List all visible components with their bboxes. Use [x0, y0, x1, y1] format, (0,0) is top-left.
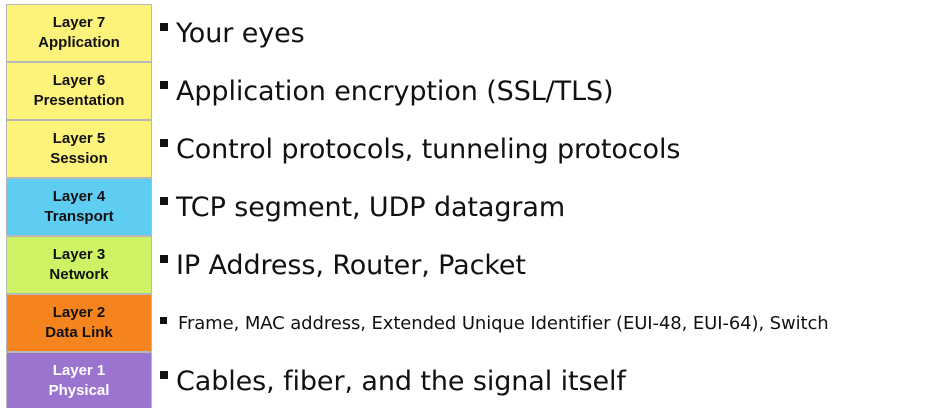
square-bullet-icon — [160, 316, 167, 324]
square-bullet-icon — [160, 255, 168, 263]
layer-1-box: Layer 1 Physical — [6, 352, 152, 408]
layer-3-name: Network — [49, 266, 109, 283]
layer-7-number: Layer 7 — [52, 14, 106, 31]
layer-4-number: Layer 4 — [52, 188, 106, 205]
layer-3-box: Layer 3 Network — [6, 236, 152, 294]
layer-5-box: Layer 5 Session — [6, 120, 152, 178]
layer-row-1: Layer 1 Physical Cables, fiber, and the … — [0, 352, 942, 408]
layer-row-5: Layer 5 Session Control protocols, tunne… — [0, 120, 942, 178]
layer-1-description-text: Cables, fiber, and the signal itself — [176, 365, 626, 397]
layer-2-description-text: Frame, MAC address, Extended Unique Iden… — [178, 312, 829, 334]
layer-row-2: Layer 2 Data Link Frame, MAC address, Ex… — [0, 294, 942, 352]
layer-6-number: Layer 6 — [52, 72, 106, 89]
layer-3-number: Layer 3 — [52, 246, 106, 263]
layer-3-description: IP Address, Router, Packet — [160, 236, 526, 294]
layer-5-description-text: Control protocols, tunneling protocols — [176, 133, 681, 165]
layer-7-box: Layer 7 Application — [6, 4, 152, 62]
layer-1-description: Cables, fiber, and the signal itself — [160, 352, 626, 408]
layer-6-description: Application encryption (SSL/TLS) — [160, 62, 614, 120]
layer-row-6: Layer 6 Presentation Application encrypt… — [0, 62, 942, 120]
layer-row-4: Layer 4 Transport TCP segment, UDP datag… — [0, 178, 942, 236]
layer-row-7: Layer 7 Application Your eyes — [0, 4, 942, 62]
layer-4-name: Transport — [44, 208, 114, 225]
layer-6-description-text: Application encryption (SSL/TLS) — [176, 75, 614, 107]
square-bullet-icon — [160, 81, 168, 89]
layer-6-box: Layer 6 Presentation — [6, 62, 152, 120]
layer-2-name: Data Link — [45, 324, 113, 341]
layer-1-number: Layer 1 — [52, 362, 106, 379]
layer-2-description: Frame, MAC address, Extended Unique Iden… — [160, 294, 829, 352]
layer-2-number: Layer 2 — [52, 304, 106, 321]
layer-5-number: Layer 5 — [52, 130, 106, 147]
layer-7-description: Your eyes — [160, 4, 305, 62]
square-bullet-icon — [160, 23, 168, 31]
layer-7-name: Application — [38, 34, 120, 51]
layer-5-description: Control protocols, tunneling protocols — [160, 120, 680, 178]
osi-layer-diagram: Layer 7 Application Your eyes Layer 6 Pr… — [0, 0, 942, 408]
layer-2-box: Layer 2 Data Link — [6, 294, 152, 352]
layer-7-description-text: Your eyes — [176, 17, 305, 49]
square-bullet-icon — [160, 371, 168, 379]
layer-3-description-text: IP Address, Router, Packet — [176, 249, 526, 281]
layer-5-name: Session — [50, 150, 108, 167]
square-bullet-icon — [160, 139, 168, 147]
layer-row-3: Layer 3 Network IP Address, Router, Pack… — [0, 236, 942, 294]
square-bullet-icon — [160, 197, 168, 205]
layer-4-description-text: TCP segment, UDP datagram — [176, 191, 566, 223]
layer-6-name: Presentation — [33, 92, 125, 109]
layer-4-description: TCP segment, UDP datagram — [160, 178, 565, 236]
layer-4-box: Layer 4 Transport — [6, 178, 152, 236]
layer-1-name: Physical — [48, 382, 110, 399]
